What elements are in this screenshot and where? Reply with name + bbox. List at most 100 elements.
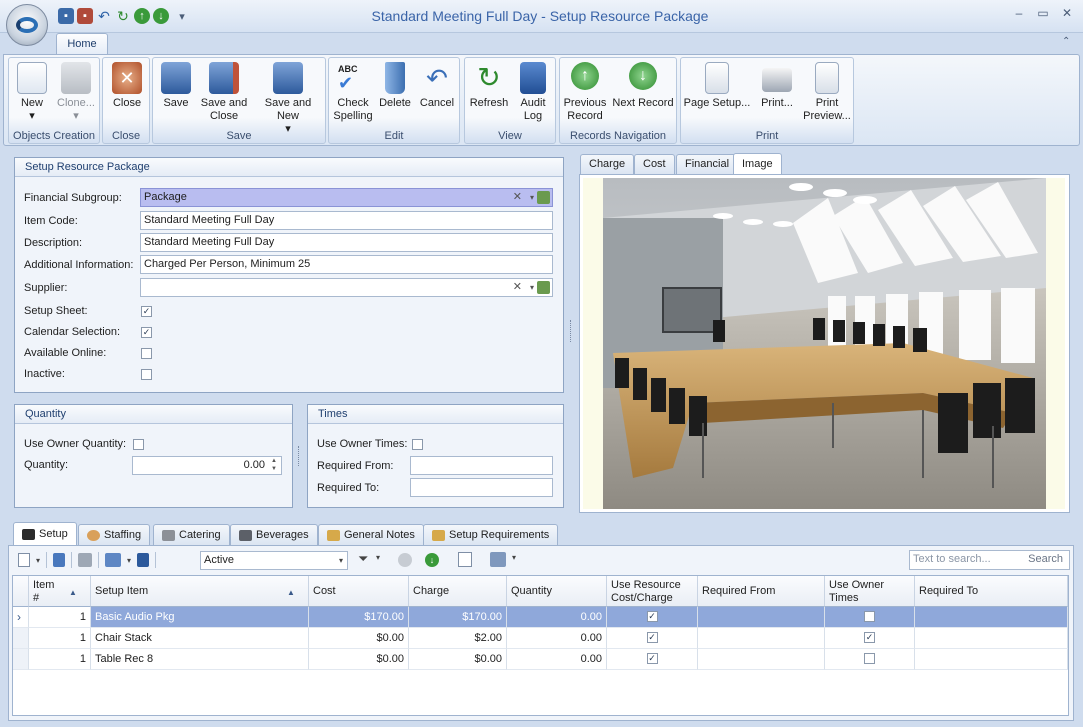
- required-to-field[interactable]: [410, 478, 553, 497]
- cell-setup-item[interactable]: Chair Stack: [91, 628, 309, 649]
- description-field[interactable]: Standard Meeting Full Day: [140, 233, 553, 252]
- chevron-down-icon[interactable]: ▾: [127, 556, 131, 565]
- arrow-down-circle-icon[interactable]: ↓: [425, 553, 439, 567]
- clear-icon[interactable]: ✕: [513, 189, 522, 206]
- cell-quantity[interactable]: 0.00: [507, 628, 607, 649]
- find-icon[interactable]: [458, 552, 472, 567]
- previous-record-icon[interactable]: ↑: [134, 8, 150, 24]
- cell-required-to[interactable]: [915, 649, 1068, 670]
- cell-setup-item[interactable]: Table Rec 8: [91, 649, 309, 670]
- save-close-icon[interactable]: ▪: [77, 8, 93, 24]
- cell-use-owner-times[interactable]: ✓: [825, 628, 915, 649]
- new-row-icon[interactable]: [18, 553, 30, 567]
- audit-log-button[interactable]: Audit Log: [515, 62, 551, 123]
- status-filter-select[interactable]: Active ▾: [200, 551, 348, 570]
- cell-required-from[interactable]: [698, 607, 825, 628]
- column-header-use-resource[interactable]: Use Resource Cost/Charge: [607, 576, 698, 607]
- filter-icon[interactable]: ⏷: [358, 551, 368, 567]
- use-resource-checkbox[interactable]: ✓: [646, 611, 658, 622]
- delete-button[interactable]: Delete: [377, 62, 413, 110]
- chevron-down-icon[interactable]: ▾: [530, 279, 534, 296]
- previous-record-button[interactable]: ↑ Previous Record: [562, 62, 608, 123]
- use-resource-checkbox[interactable]: ✓: [646, 632, 658, 643]
- cell-use-owner-times[interactable]: [825, 649, 915, 670]
- layout-icon[interactable]: [490, 552, 506, 567]
- chevron-down-icon[interactable]: ▾: [530, 189, 534, 206]
- tab-charge[interactable]: Charge: [580, 154, 635, 174]
- print-grid-icon[interactable]: [78, 553, 93, 567]
- close-window-button[interactable]: ✕: [1055, 6, 1079, 24]
- save-and-new-button[interactable]: Save and New ▾: [253, 62, 323, 136]
- tab-staffing[interactable]: Staffing: [78, 524, 151, 545]
- spinner-icon[interactable]: ▲ ▼: [271, 457, 277, 473]
- available-online-checkbox[interactable]: [141, 348, 152, 359]
- column-header-required-from[interactable]: Required From: [698, 576, 825, 607]
- cell-required-from[interactable]: [698, 649, 825, 670]
- column-header-setup-item[interactable]: Setup Item ▲: [91, 576, 309, 607]
- clone-button[interactable]: Clone... ▾: [55, 62, 97, 123]
- lookup-icon[interactable]: [537, 281, 550, 294]
- customize-toolbar-icon[interactable]: ▾: [172, 8, 192, 24]
- financial-subgroup-field[interactable]: Package ✕ ▾: [140, 188, 553, 207]
- additional-information-field[interactable]: Charged Per Person, Minimum 25: [140, 255, 553, 274]
- cell-item[interactable]: 1: [29, 607, 91, 628]
- inactive-checkbox[interactable]: [141, 369, 152, 380]
- cell-charge[interactable]: $0.00: [409, 649, 507, 670]
- cell-item[interactable]: 1: [29, 628, 91, 649]
- item-code-field[interactable]: Standard Meeting Full Day: [140, 211, 553, 230]
- setup-sheet-checkbox[interactable]: ✓: [141, 306, 152, 317]
- column-header-cost[interactable]: Cost: [309, 576, 409, 607]
- cell-use-resource[interactable]: ✓: [607, 607, 698, 628]
- cell-cost[interactable]: $0.00: [309, 649, 409, 670]
- cell-cost[interactable]: $170.00: [309, 607, 409, 628]
- required-from-field[interactable]: [410, 456, 553, 475]
- grid-search-input[interactable]: Text to search... Search: [909, 550, 1070, 570]
- refresh-button[interactable]: ↻ Refresh: [467, 62, 511, 110]
- collapse-ribbon-icon[interactable]: ⌃: [1062, 36, 1070, 47]
- cancel-button[interactable]: ↶ Cancel: [417, 62, 457, 110]
- column-header-quantity[interactable]: Quantity: [507, 576, 607, 607]
- tab-setup-requirements[interactable]: Setup Requirements: [423, 524, 559, 545]
- minimize-button[interactable]: –: [1007, 6, 1031, 24]
- cell-setup-item[interactable]: Basic Audio Pkg: [91, 607, 309, 628]
- column-header-item[interactable]: Item # ▲: [29, 576, 91, 607]
- clear-icon[interactable]: ✕: [513, 279, 522, 296]
- cell-quantity[interactable]: 0.00: [507, 607, 607, 628]
- print-button[interactable]: Print...: [755, 62, 799, 110]
- delete-row-icon[interactable]: [53, 553, 66, 567]
- use-owner-times-checkbox[interactable]: ✓: [864, 632, 875, 643]
- page-setup-button[interactable]: Page Setup...: [683, 62, 751, 110]
- cell-item[interactable]: 1: [29, 649, 91, 670]
- calendar-selection-checkbox[interactable]: ✓: [141, 327, 152, 338]
- tab-home[interactable]: Home: [56, 33, 108, 55]
- lookup-icon[interactable]: [537, 191, 550, 204]
- use-owner-times-checkbox[interactable]: [864, 653, 875, 664]
- cell-charge[interactable]: $2.00: [409, 628, 507, 649]
- columns-icon[interactable]: [105, 553, 122, 567]
- tab-cost[interactable]: Cost: [634, 154, 675, 174]
- chevron-down-icon[interactable]: ▾: [36, 556, 40, 565]
- column-header-charge[interactable]: Charge: [409, 576, 507, 607]
- supplier-field[interactable]: ✕ ▾: [140, 278, 553, 297]
- cell-cost[interactable]: $0.00: [309, 628, 409, 649]
- undo-icon[interactable]: ↶: [96, 8, 112, 24]
- cell-use-owner-times[interactable]: [825, 607, 915, 628]
- export-icon[interactable]: [137, 553, 150, 567]
- quantity-field[interactable]: 0.00: [132, 456, 282, 475]
- cell-required-to[interactable]: [915, 607, 1068, 628]
- cell-quantity[interactable]: 0.00: [507, 649, 607, 670]
- search-button[interactable]: Search: [1028, 551, 1063, 568]
- tab-catering[interactable]: Catering: [153, 524, 230, 545]
- tab-image[interactable]: Image: [733, 153, 782, 174]
- cell-use-resource[interactable]: ✓: [607, 649, 698, 670]
- maximize-button[interactable]: ▭: [1031, 6, 1055, 24]
- print-preview-button[interactable]: Print Preview...: [801, 62, 853, 123]
- refresh-icon[interactable]: ↻: [115, 8, 131, 24]
- cell-required-from[interactable]: [698, 628, 825, 649]
- check-spelling-button[interactable]: ABC ✔ Check Spelling: [333, 62, 373, 123]
- tab-general-notes[interactable]: General Notes: [318, 524, 424, 545]
- cell-required-to[interactable]: [915, 628, 1068, 649]
- new-button[interactable]: New ▾: [13, 62, 51, 123]
- save-icon[interactable]: ▪: [58, 8, 74, 24]
- cell-use-resource[interactable]: ✓: [607, 628, 698, 649]
